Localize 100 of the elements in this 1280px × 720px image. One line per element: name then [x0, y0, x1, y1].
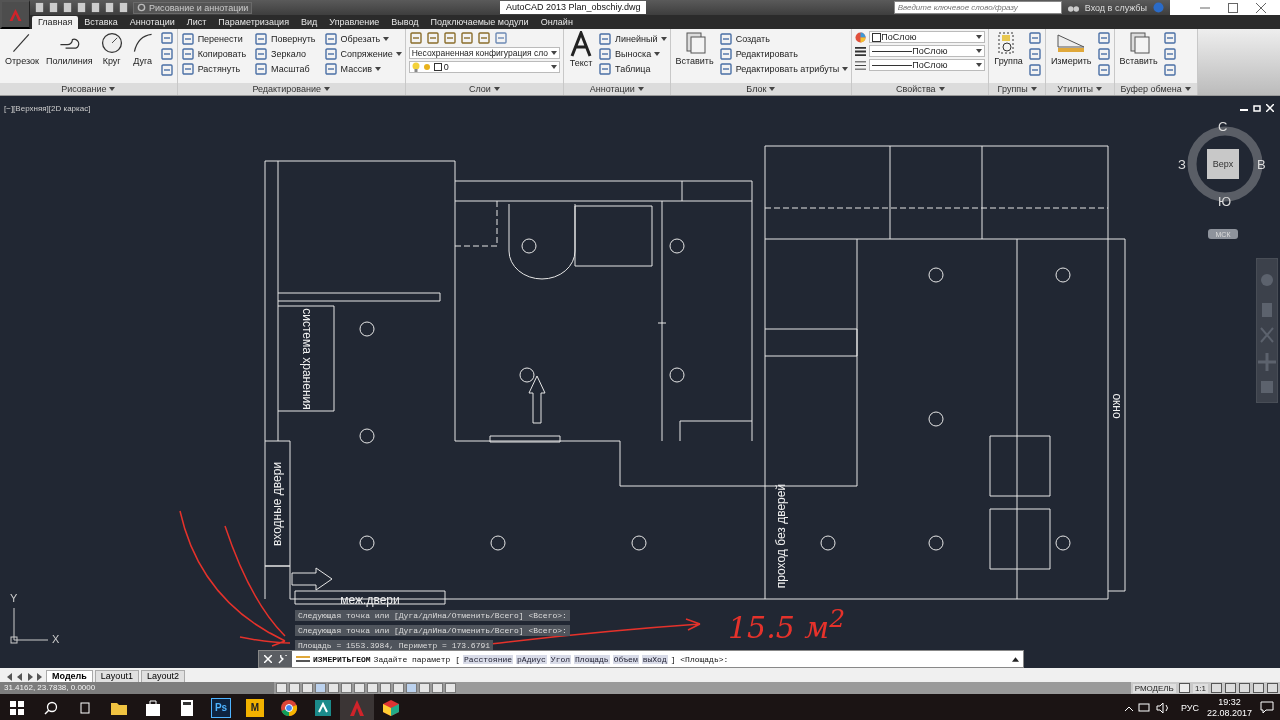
tool-icon[interactable]: [180, 46, 195, 61]
workspace-dropdown[interactable]: Рисование и аннотации: [133, 1, 253, 14]
ribbon-tool-button[interactable]: Выноска: [598, 46, 667, 61]
ribbon-tool-button[interactable]: Обрезать: [323, 31, 402, 46]
layer-icon[interactable]: [493, 31, 508, 45]
annotation-scale-button[interactable]: 1:1: [1192, 683, 1208, 693]
language-indicator[interactable]: РУС: [1180, 702, 1199, 713]
ribbon-tool-button[interactable]: Растянуть: [180, 61, 247, 76]
tool-icon[interactable]: [1027, 63, 1042, 77]
ribbon-tool-button[interactable]: Зеркало: [254, 46, 316, 61]
panel-title-button[interactable]: Редактирование: [177, 83, 405, 95]
property-dropdown[interactable]: ПоСлою: [869, 45, 986, 57]
tool-icon[interactable]: [1096, 63, 1111, 77]
tool-icon[interactable]: [598, 61, 613, 76]
layer-icon[interactable]: [476, 31, 491, 45]
tool-icon[interactable]: [1162, 63, 1177, 77]
command-option[interactable]: Объем: [612, 654, 639, 664]
drafting-toggle-icon[interactable]: [354, 683, 365, 693]
clock-date[interactable]: 22.08.2017: [1206, 707, 1252, 719]
ribbon-tool-button[interactable]: Группа: [992, 31, 1025, 66]
drafting-toggle-icon[interactable]: [432, 683, 443, 693]
tool-icon[interactable]: [254, 61, 269, 76]
ribbon-tool-button[interactable]: Редактировать: [718, 46, 849, 61]
layer-icon[interactable]: [408, 31, 423, 45]
viewcube-face[interactable]: Верх: [1207, 149, 1239, 179]
maximize-icon[interactable]: [1228, 2, 1238, 13]
ribbon-tab[interactable]: Управление: [323, 16, 386, 29]
property-dropdown[interactable]: ПоСлою: [869, 31, 986, 43]
drafting-toggle-icon[interactable]: [393, 683, 404, 693]
space-toggle-button[interactable]: РМОДЕЛЬ: [1132, 683, 1176, 693]
ribbon-tool-button[interactable]: Масштаб: [254, 61, 316, 76]
compass-letter[interactable]: Ю: [1218, 194, 1232, 209]
sign-in-button[interactable]: Вход в службы: [1084, 2, 1147, 13]
layer-icon[interactable]: [442, 31, 457, 45]
ribbon-tool-button[interactable]: Таблица: [598, 61, 667, 76]
viewport-label[interactable]: [−][Верхняя][2D каркас]: [4, 104, 91, 113]
clock-time[interactable]: 19:32: [1218, 696, 1241, 708]
tool-icon[interactable]: [1162, 47, 1177, 61]
ribbon-tool-button[interactable]: Массив: [323, 61, 402, 76]
drafting-toggle-icon[interactable]: [328, 683, 339, 693]
tool-icon[interactable]: [180, 61, 195, 76]
ribbon-tool-button[interactable]: Перенести: [180, 31, 247, 46]
panel-title-button[interactable]: Свойства: [852, 83, 989, 95]
tool-icon[interactable]: [718, 31, 733, 46]
drafting-toggle-icon[interactable]: [367, 683, 378, 693]
ribbon-tool-button[interactable]: Полилиния: [43, 31, 95, 66]
ribbon-tab[interactable]: Лист: [180, 16, 213, 29]
layer-icon[interactable]: [459, 31, 474, 45]
caret-icon[interactable]: [1012, 656, 1019, 662]
ribbon-tab[interactable]: Подключаемые модули: [424, 16, 535, 29]
layer-dropdown[interactable]: 0: [408, 61, 561, 73]
command-option[interactable]: Расстояние: [463, 654, 514, 664]
drafting-toggle-icon[interactable]: [445, 683, 456, 693]
command-option[interactable]: Площадь: [574, 654, 610, 664]
panel-title-button[interactable]: Рисование: [0, 83, 177, 95]
application-menu-button[interactable]: [0, 0, 30, 29]
ribbon-tool-button[interactable]: Дуга: [128, 31, 157, 66]
compass-letter[interactable]: В: [1257, 157, 1266, 172]
panel-title-button[interactable]: Слои: [405, 83, 564, 95]
ribbon-tab[interactable]: Главная: [32, 16, 79, 29]
viewport-icon[interactable]: [1178, 683, 1190, 693]
ribbon-tool-button[interactable]: Повернуть: [254, 31, 316, 46]
tool-icon[interactable]: [323, 31, 338, 46]
rectangle-icon[interactable]: [159, 31, 174, 45]
ribbon-tab[interactable]: Вид: [295, 16, 324, 29]
layer-icon[interactable]: [425, 31, 440, 45]
layout-tab[interactable]: Layout2: [140, 670, 185, 682]
property-dropdown[interactable]: ПоСлою: [869, 59, 986, 71]
taskbar-app-button[interactable]: Ps: [204, 694, 238, 720]
ribbon-tab[interactable]: Вывод: [385, 16, 425, 29]
ribbon-tool-button[interactable]: Копировать: [180, 46, 247, 61]
tool-icon[interactable]: [598, 31, 613, 46]
panel-title-button[interactable]: Аннотации: [564, 83, 670, 95]
ribbon-tool-button[interactable]: Текст: [567, 31, 596, 68]
command-option[interactable]: выХод: [641, 654, 668, 664]
tool-icon[interactable]: [1027, 31, 1042, 45]
panel-title-button[interactable]: Группы: [989, 83, 1045, 95]
ribbon-tab[interactable]: Аннотации: [123, 16, 181, 29]
drafting-toggle-icon[interactable]: [289, 683, 300, 693]
panel-title-button[interactable]: Буфер обмена: [1114, 83, 1197, 95]
tool-icon[interactable]: [323, 61, 338, 76]
tool-icon[interactable]: [180, 31, 195, 46]
tool-icon[interactable]: [1096, 47, 1111, 61]
drafting-toggle-icon[interactable]: [406, 683, 417, 693]
compass-letter[interactable]: З: [1178, 157, 1186, 172]
command-option[interactable]: Угол: [549, 654, 572, 664]
ribbon-tool-button[interactable]: Отрезок: [3, 31, 41, 66]
ribbon-tab[interactable]: Вставка: [78, 16, 124, 29]
drafting-toggle-icon[interactable]: [315, 683, 326, 693]
ribbon-tab[interactable]: Онлайн: [534, 16, 579, 29]
taskbar-app-button[interactable]: M: [238, 694, 272, 720]
tool-icon[interactable]: [1096, 31, 1111, 45]
drafting-toggle-icon[interactable]: [380, 683, 391, 693]
ribbon-tool-button[interactable]: Круг: [97, 31, 126, 66]
layout-tab[interactable]: Layout1: [94, 670, 139, 682]
drafting-toggle-icon[interactable]: [302, 683, 313, 693]
panel-title-button[interactable]: Утилиты: [1045, 83, 1114, 95]
drafting-toggle-icon[interactable]: [419, 683, 430, 693]
notification-icon[interactable]: [1260, 701, 1274, 714]
tool-icon[interactable]: [254, 31, 269, 46]
